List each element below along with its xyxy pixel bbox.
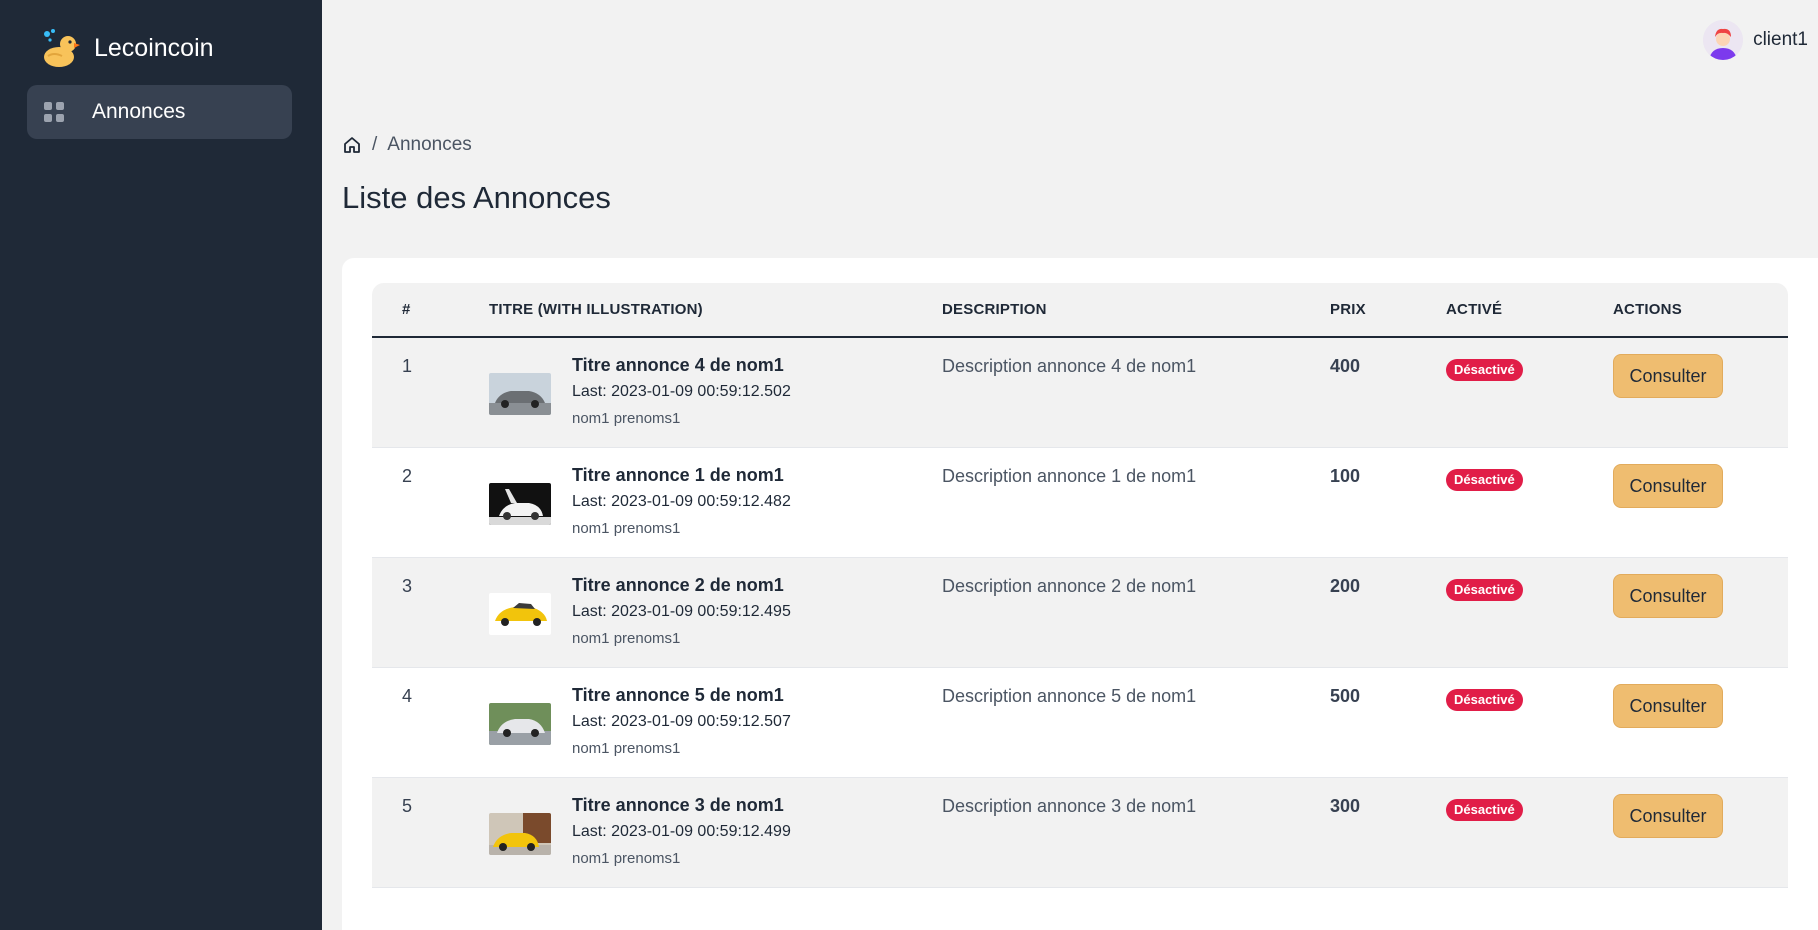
annonce-description: Description annonce 3 de nom1	[942, 796, 1197, 816]
duck-logo-icon	[42, 28, 80, 68]
status-badge: Désactivé	[1446, 469, 1523, 491]
car-thumbnail-image	[489, 593, 551, 635]
col-header-title: TITRE (WITH ILLUSTRATION)	[489, 301, 703, 318]
breadcrumb: / Annonces	[342, 134, 472, 156]
annonce-price: 300	[1330, 796, 1361, 816]
annonce-description: Description annonce 4 de nom1	[942, 356, 1197, 376]
status-badge: Désactivé	[1446, 689, 1523, 711]
annonce-price: 500	[1330, 686, 1361, 706]
table-row: 3 Titre annonce 2 de nom1 Last: 2023-01-…	[372, 558, 1788, 668]
annonce-title: Titre annonce 5 de nom1	[572, 685, 784, 705]
app-name: Lecoincoin	[94, 33, 214, 62]
car-thumbnail-image	[489, 703, 551, 745]
annonces-table: # TITRE (WITH ILLUSTRATION) DESCRIPTION …	[372, 283, 1788, 888]
col-header-description: DESCRIPTION	[942, 301, 1047, 318]
annonce-title: Titre annonce 4 de nom1	[572, 355, 784, 375]
annonce-price: 400	[1330, 356, 1361, 376]
row-number: 5	[402, 796, 413, 816]
row-number: 3	[402, 576, 413, 596]
col-header-price: PRIX	[1330, 301, 1366, 318]
sidebar: Lecoincoin Annonces	[0, 0, 322, 930]
sidebar-item-annonces[interactable]: Annonces	[27, 85, 292, 139]
annonce-author: nom1 prenoms1	[572, 520, 681, 537]
annonce-author: nom1 prenoms1	[572, 630, 681, 647]
avatar	[1703, 20, 1744, 60]
consulter-button[interactable]: Consulter	[1613, 684, 1723, 728]
annonce-price: 200	[1330, 576, 1361, 596]
page-title: Liste des Annonces	[342, 180, 611, 215]
annonce-author: nom1 prenoms1	[572, 740, 681, 757]
annonce-description: Description annonce 2 de nom1	[942, 576, 1197, 596]
row-number: 2	[402, 466, 413, 486]
car-thumbnail-image	[489, 813, 551, 855]
annonce-title: Titre annonce 2 de nom1	[572, 575, 784, 595]
sidebar-item-label: Annonces	[92, 100, 186, 123]
home-icon[interactable]	[342, 135, 362, 155]
consulter-button[interactable]: Consulter	[1613, 574, 1723, 618]
annonce-last-updated: Last: 2023-01-09 00:59:12.482	[572, 493, 791, 510]
col-header-actions: ACTIONS	[1613, 301, 1682, 318]
consulter-button[interactable]: Consulter	[1613, 464, 1723, 508]
table-row: 2 Titre annonce 1 de nom1 Last: 2023-01-…	[372, 448, 1788, 558]
annonce-last-updated: Last: 2023-01-09 00:59:12.502	[572, 383, 791, 400]
col-header-num: #	[402, 301, 411, 318]
consulter-button[interactable]: Consulter	[1613, 794, 1723, 838]
car-thumbnail-image	[489, 483, 551, 525]
user-name: client1	[1753, 29, 1808, 50]
consulter-button[interactable]: Consulter	[1613, 354, 1723, 398]
col-header-active: ACTIVÉ	[1446, 301, 1503, 318]
status-badge: Désactivé	[1446, 579, 1523, 601]
row-number: 1	[402, 356, 413, 376]
annonce-description: Description annonce 5 de nom1	[942, 686, 1197, 706]
table-row: 4 Titre annonce 5 de nom1 Last: 2023-01-…	[372, 668, 1788, 778]
user-menu[interactable]: client1	[1703, 20, 1808, 60]
annonce-title: Titre annonce 1 de nom1	[572, 465, 784, 485]
brand[interactable]: Lecoincoin	[42, 28, 214, 68]
table-row: 5 Titre annonce 3 de nom1 Last: 2023-01-…	[372, 778, 1788, 888]
annonces-card: # TITRE (WITH ILLUSTRATION) DESCRIPTION …	[342, 258, 1818, 930]
table-row: 1 Titre annonce 4 de nom1 Last: 2023-01-…	[372, 338, 1788, 448]
annonce-author: nom1 prenoms1	[572, 850, 681, 867]
annonce-title: Titre annonce 3 de nom1	[572, 795, 784, 815]
breadcrumb-separator: /	[372, 134, 378, 155]
annonce-last-updated: Last: 2023-01-09 00:59:12.499	[572, 823, 791, 840]
annonce-description: Description annonce 1 de nom1	[942, 466, 1197, 486]
status-badge: Désactivé	[1446, 799, 1523, 821]
annonce-last-updated: Last: 2023-01-09 00:59:12.507	[572, 713, 791, 730]
annonce-author: nom1 prenoms1	[572, 410, 681, 427]
annonce-price: 100	[1330, 466, 1361, 486]
row-number: 4	[402, 686, 413, 706]
status-badge: Désactivé	[1446, 359, 1523, 381]
car-thumbnail-image	[489, 373, 551, 415]
annonce-last-updated: Last: 2023-01-09 00:59:12.495	[572, 603, 791, 620]
breadcrumb-current: Annonces	[387, 134, 472, 155]
table-header: # TITRE (WITH ILLUSTRATION) DESCRIPTION …	[372, 283, 1788, 338]
grid-icon	[44, 102, 64, 122]
